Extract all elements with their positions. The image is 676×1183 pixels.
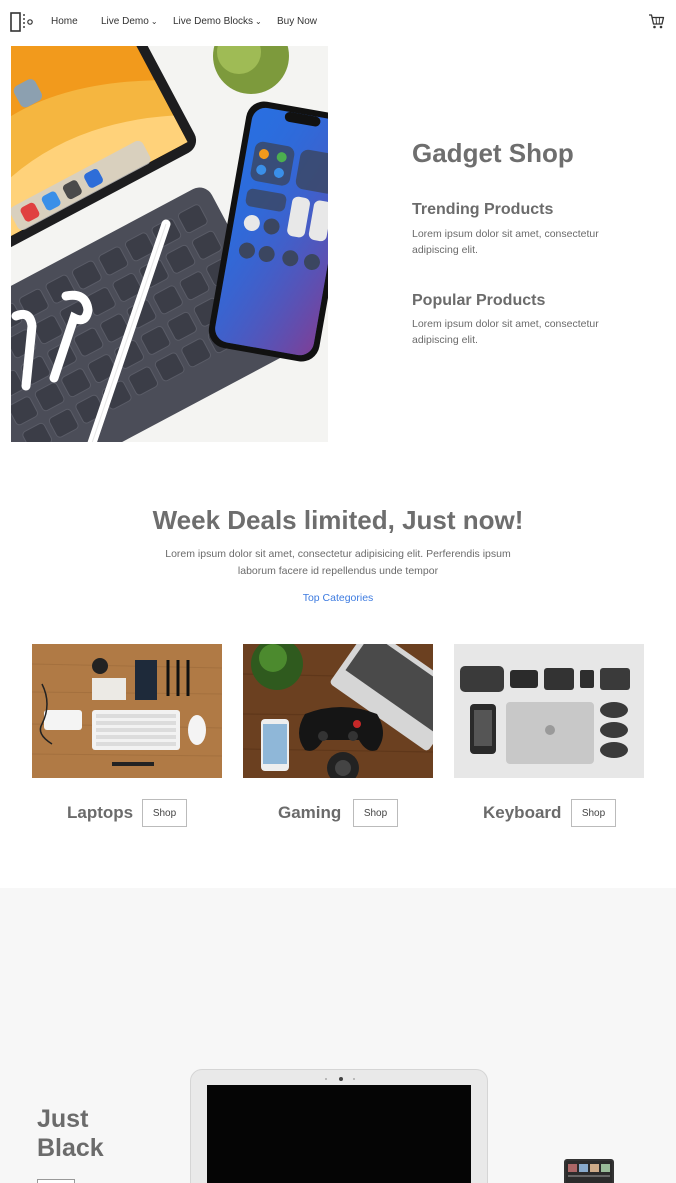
deals-description: Lorem ipsum dolor sit amet, consectetur … (165, 548, 511, 577)
keyboard-category-image[interactable] (454, 644, 644, 778)
nav-home-label: Home (51, 16, 78, 27)
nav-home[interactable]: Home (51, 16, 78, 27)
trending-products-title: Trending Products (412, 201, 554, 218)
small-device-image (564, 1159, 614, 1183)
nav-buy-now[interactable]: Buy Now (277, 16, 317, 27)
laptop-sensor-right (353, 1078, 355, 1080)
just-black-button[interactable] (37, 1179, 75, 1183)
nav-live-demo[interactable]: Live Demo ⌄ (101, 16, 158, 27)
laptop-camera-icon (339, 1077, 343, 1081)
trending-products-text: Lorem ipsum dolor sit amet, consectetur … (412, 228, 599, 256)
hero-gadgets-image (11, 46, 328, 442)
chevron-down-icon: ⌄ (255, 17, 262, 26)
top-navbar: Home Live Demo ⌄ Live Demo Blocks ⌄ Buy No… (0, 0, 676, 44)
nav-buy-now-label: Buy Now (277, 16, 318, 27)
chevron-down-icon: ⌄ (150, 17, 158, 26)
laptops-label: Laptops (67, 803, 134, 822)
cart-icon[interactable] (648, 13, 665, 30)
popular-products-text: Lorem ipsum dolor sit amet, consectetur … (412, 318, 599, 346)
keyboard-label: Keyboard (483, 803, 562, 822)
just-black-title: Just Black (37, 1105, 104, 1162)
gaming-shop-button[interactable]: Shop (353, 799, 398, 827)
nav-live-demo-blocks-label: Live Demo Blocks (173, 16, 254, 27)
deals-title: Week Deals limited, Just now! (152, 505, 524, 535)
top-categories-link[interactable]: Top Categories (0, 592, 676, 604)
laptop-screen (207, 1085, 471, 1183)
gaming-category-image[interactable] (243, 644, 433, 778)
gaming-label: Gaming (278, 803, 342, 822)
popular-products-title: Popular Products (412, 292, 546, 309)
laptops-category-image[interactable] (32, 644, 222, 778)
nav-live-demo-label: Live Demo (101, 16, 149, 27)
just-black-section: Just Black (0, 888, 676, 1183)
columns-logo-icon[interactable] (10, 12, 34, 32)
keyboard-shop-button[interactable]: Shop (571, 799, 616, 827)
nav-live-demo-blocks[interactable]: Live Demo Blocks ⌄ (173, 16, 262, 27)
laptops-shop-button[interactable]: Shop (142, 799, 187, 827)
laptop-image (190, 1069, 488, 1183)
hero-title: Gadget Shop (412, 138, 574, 168)
laptop-sensor-left (325, 1078, 327, 1080)
